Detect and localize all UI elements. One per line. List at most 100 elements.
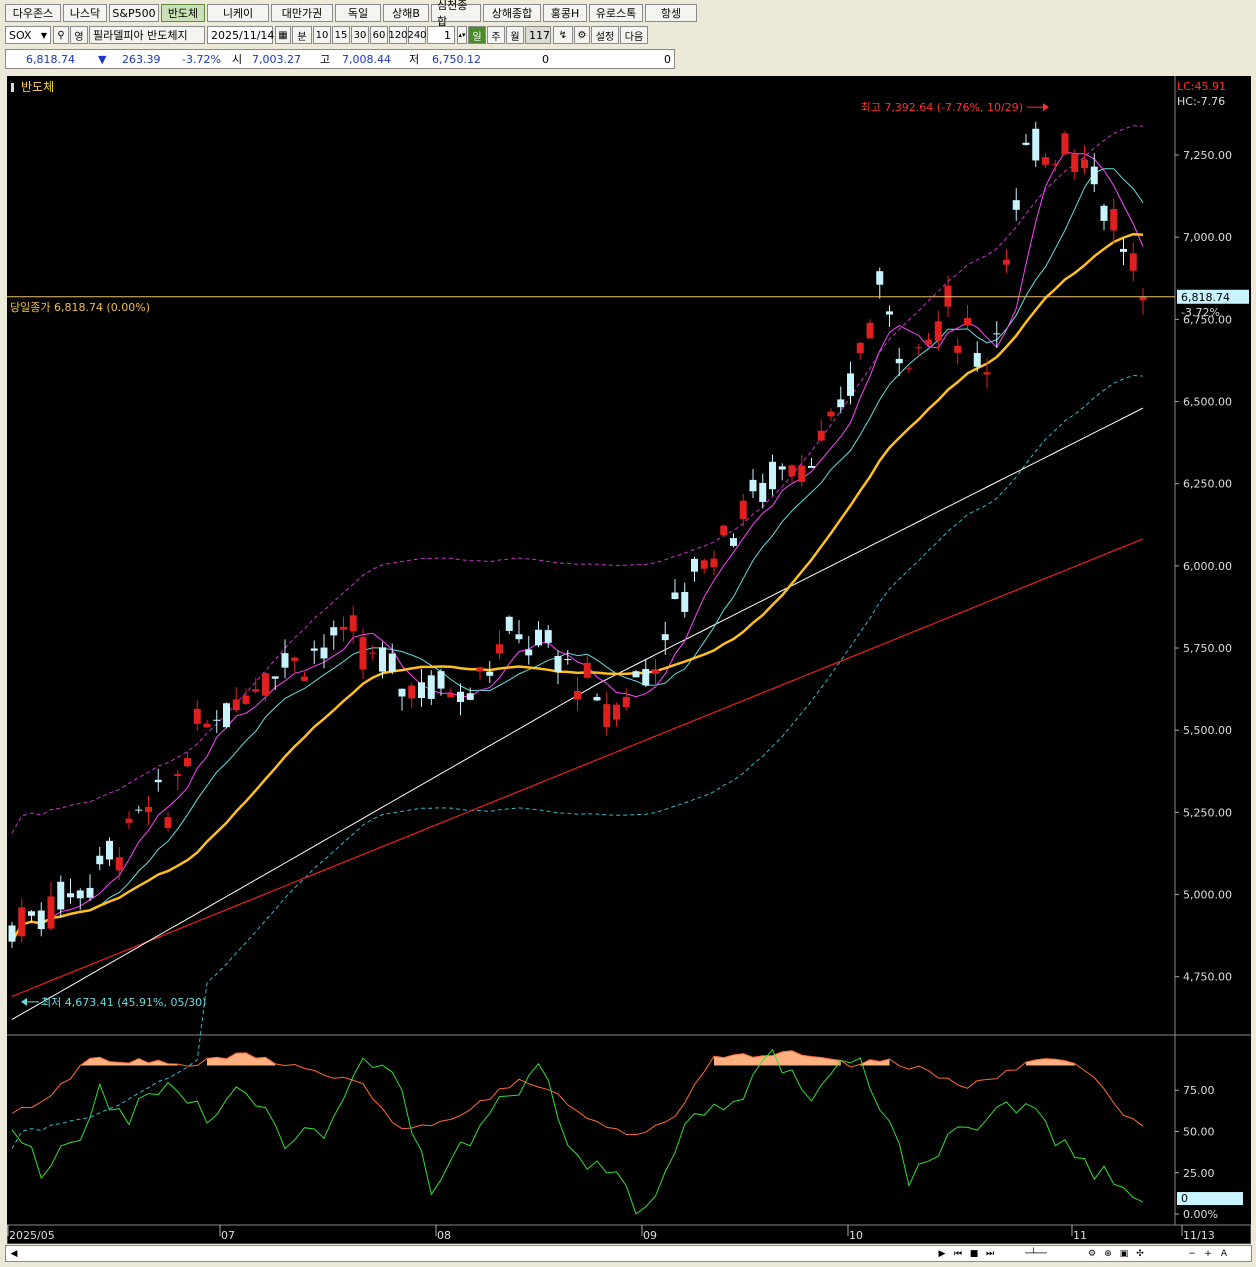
- candle-body: [1110, 209, 1118, 231]
- text-icon[interactable]: A: [1218, 1247, 1230, 1260]
- candle-body: [486, 671, 494, 676]
- interval-button-120[interactable]: 120: [388, 26, 408, 44]
- interval-button-30[interactable]: 30: [351, 26, 369, 44]
- tab-market-9[interactable]: 상해종합: [483, 4, 541, 22]
- candle-body: [691, 558, 698, 572]
- week-button[interactable]: 주: [487, 26, 505, 44]
- symbol-field[interactable]: SOX ▼: [5, 26, 51, 44]
- open-price: 7,003.27: [252, 52, 301, 66]
- chart-type-icon[interactable]: ↯: [553, 26, 573, 44]
- candle-body: [369, 652, 377, 654]
- stop-icon[interactable]: ■: [968, 1247, 980, 1260]
- candle-body: [827, 411, 835, 417]
- candle-body: [271, 676, 279, 679]
- tab-market-12[interactable]: 항셍: [645, 4, 697, 22]
- tab-market-7[interactable]: 상해B: [383, 4, 429, 22]
- tab-market-3[interactable]: 반도체: [161, 4, 205, 22]
- image-icon[interactable]: ▣: [1118, 1247, 1130, 1260]
- high-label: 고: [320, 53, 331, 66]
- overbought-fill: [714, 1050, 841, 1066]
- candle-body: [564, 659, 572, 661]
- candle-body: [671, 592, 679, 600]
- interval-button-240[interactable]: 240: [407, 26, 427, 44]
- chart-scrollbar[interactable]: ◀ ▶ ⏮ ■ ⏭ ─┴── ⚙ ⊕ ▣ ✣ − + A: [5, 1245, 1252, 1262]
- tab-market-8[interactable]: 심천종합: [431, 0, 481, 28]
- candle-body: [447, 693, 455, 698]
- candle-body: [895, 358, 903, 364]
- tab-market-11[interactable]: 유로스톡: [589, 4, 643, 22]
- open-label: 시: [232, 53, 243, 66]
- plus-icon[interactable]: +: [1202, 1247, 1214, 1260]
- count-field[interactable]: 117: [525, 26, 551, 44]
- overbought-fill: [1026, 1058, 1075, 1066]
- month-button[interactable]: 월: [506, 26, 524, 44]
- candle-body: [535, 629, 542, 646]
- tab-market-2[interactable]: S&P500: [109, 4, 159, 22]
- candle-body: [320, 647, 328, 659]
- search-icon[interactable]: ⚲: [53, 26, 69, 44]
- candle-body: [232, 699, 240, 711]
- interval-button-10[interactable]: 10: [313, 26, 331, 44]
- candle-body: [1090, 166, 1098, 185]
- tab-market-10[interactable]: 홍콩H: [543, 4, 587, 22]
- settings-button[interactable]: 설정: [591, 26, 619, 44]
- zoom-slider[interactable]: ─┴──: [1006, 1247, 1066, 1260]
- x-tick-label: 08: [437, 1229, 451, 1242]
- calendar-icon[interactable]: ▦: [275, 26, 291, 44]
- candle-body: [554, 655, 562, 673]
- first-page-icon[interactable]: ⏮: [952, 1247, 964, 1260]
- osc-tick-label: 0.00%: [1183, 1208, 1218, 1221]
- date-field[interactable]: 2025/11/14: [207, 26, 274, 44]
- candle-body: [642, 668, 650, 686]
- candle-body: [427, 675, 435, 699]
- candle-body: [1003, 259, 1010, 265]
- close-line-label: 당일종가 6,818.74 (0.00%): [10, 300, 150, 314]
- day-button[interactable]: 일: [468, 26, 486, 44]
- candle-body: [76, 890, 84, 899]
- x-tick-label: 11/13: [1183, 1229, 1215, 1242]
- candle-body: [593, 696, 601, 701]
- candle-body: [1022, 142, 1030, 145]
- scroll-left-icon[interactable]: ◀: [8, 1247, 20, 1260]
- candle-body: [544, 630, 552, 643]
- candle-body: [954, 345, 962, 353]
- candle-body: [817, 430, 825, 441]
- x-tick-label: 07: [221, 1229, 235, 1242]
- candle-body: [262, 673, 269, 696]
- candle-body: [778, 466, 786, 470]
- minus-icon[interactable]: −: [1186, 1247, 1198, 1260]
- candle-body: [223, 703, 230, 728]
- x-tick-label: 11: [1073, 1229, 1087, 1242]
- interval-button-15[interactable]: 15: [332, 26, 350, 44]
- candle-body: [1061, 133, 1069, 155]
- price-chart[interactable]: 7,250.00 7,000.00 6,750.00 6,500.00 6,250.00…: [6, 76, 1252, 1245]
- chevron-down-icon: ▼: [40, 30, 47, 40]
- mode-button[interactable]: 영: [70, 26, 88, 44]
- interval-button-60[interactable]: 60: [370, 26, 388, 44]
- settings-icon[interactable]: ⚙: [1086, 1247, 1098, 1260]
- candle-body: [193, 708, 201, 724]
- unit-stepper[interactable]: ▴▾: [457, 26, 467, 44]
- last-page-icon[interactable]: ⏭: [984, 1247, 996, 1260]
- tab-market-4[interactable]: 니케이: [207, 4, 269, 22]
- candle-body: [798, 465, 806, 482]
- zoom-icon[interactable]: ⊕: [1102, 1247, 1114, 1260]
- candle-body: [67, 893, 74, 898]
- candle-body: [330, 627, 338, 636]
- tab-market-5[interactable]: 대만가권: [271, 4, 333, 22]
- next-button[interactable]: 다음: [620, 26, 648, 44]
- scroll-right-icon[interactable]: ▶: [936, 1247, 948, 1260]
- tab-market-0[interactable]: 다우존스: [5, 4, 61, 22]
- crosshair-icon[interactable]: ✣: [1134, 1247, 1146, 1260]
- unit-field[interactable]: 1: [427, 26, 455, 44]
- candle-body: [720, 525, 728, 536]
- quote-bar: 6,818.74 ▼ 263.39 -3.72% 시 7,003.27 고 7,…: [5, 49, 675, 69]
- candle-body: [418, 682, 425, 699]
- minute-button[interactable]: 분: [292, 26, 312, 44]
- candle-body: [184, 758, 191, 767]
- chart-canvas[interactable]: 7,250.007,000.006,750.006,500.006,250.00…: [6, 76, 1252, 1245]
- tab-market-1[interactable]: 나스닥: [63, 4, 107, 22]
- tab-market-6[interactable]: 독일: [335, 4, 381, 22]
- lower-band-line: [11, 374, 1144, 1149]
- gear-icon[interactable]: ⚙: [574, 26, 590, 44]
